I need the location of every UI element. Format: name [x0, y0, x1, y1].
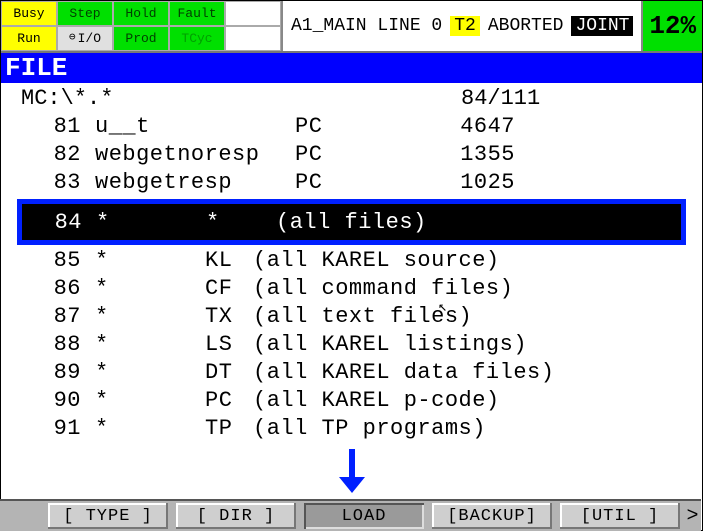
status-step: Step — [57, 1, 113, 26]
load-button[interactable]: LOAD — [304, 503, 424, 529]
status-tcyc: TCyc — [169, 26, 225, 51]
filter-row[interactable]: 89 * DT (all KAREL data files) — [1, 359, 702, 387]
file-row[interactable]: 83 webgetresp PC 1025 — [1, 169, 702, 197]
filter-row[interactable]: 85 * KL (all KAREL source) — [1, 247, 702, 275]
status-prod: Prod — [113, 26, 169, 51]
run-state: ABORTED — [488, 16, 564, 36]
status-fault: Fault — [169, 1, 225, 26]
override-pct: 12% — [641, 1, 702, 51]
filter-row[interactable]: 87 * TX (all text files) — [1, 303, 702, 331]
file-listing[interactable]: MC:\*.* 84/111 81 u__t PC 4647 82 webget… — [1, 83, 702, 493]
path-row: MC:\*.* 84/111 — [1, 85, 702, 113]
screen-title: FILE — [1, 53, 702, 83]
filter-row[interactable]: 88 * LS (all KAREL listings) — [1, 331, 702, 359]
io-icon: ⊖ — [69, 33, 76, 44]
current-path: MC:\*.* — [21, 85, 461, 113]
status-busy: Busy — [1, 1, 57, 26]
status-io: ⊖I/O — [57, 26, 113, 51]
dir-button[interactable]: [ DIR ] — [176, 503, 296, 529]
backup-button[interactable]: [BACKUP] — [432, 503, 552, 529]
more-button[interactable]: > — [684, 501, 701, 531]
file-row[interactable]: 81 u__t PC 4647 — [1, 113, 702, 141]
status-hold: Hold — [113, 1, 169, 26]
arrow-down-icon — [1, 447, 702, 493]
program-name: A1_MAIN LINE 0 — [291, 16, 442, 36]
cursor-icon: ↖ — [438, 297, 447, 316]
file-row-selected[interactable]: 84 * * (all files) — [17, 199, 686, 245]
file-row[interactable]: 82 webgetnoresp PC 1355 — [1, 141, 702, 169]
speed-mode: T2 — [450, 16, 480, 36]
softkey-bar: [ TYPE ] [ DIR ] LOAD [BACKUP] [UTIL ] > — [0, 499, 701, 531]
status-grid: Busy Step Hold Fault Run ⊖I/O Prod TCyc — [1, 1, 283, 51]
top-bar: Busy Step Hold Fault Run ⊖I/O Prod TCyc … — [1, 1, 702, 53]
filter-row[interactable]: 86 * CF (all command files) — [1, 275, 702, 303]
status-run: Run — [1, 26, 57, 51]
file-counter: 84/111 — [461, 85, 702, 113]
motion-mode: JOINT — [571, 16, 633, 36]
status-line: A1_MAIN LINE 0 T2 ABORTED JOINT — [283, 1, 641, 51]
filter-row[interactable]: 90 * PC (all KAREL p-code) — [1, 387, 702, 415]
type-button[interactable]: [ TYPE ] — [48, 503, 168, 529]
filter-row[interactable]: 91 * TP (all TP programs) — [1, 415, 702, 443]
util-button[interactable]: [UTIL ] — [560, 503, 680, 529]
